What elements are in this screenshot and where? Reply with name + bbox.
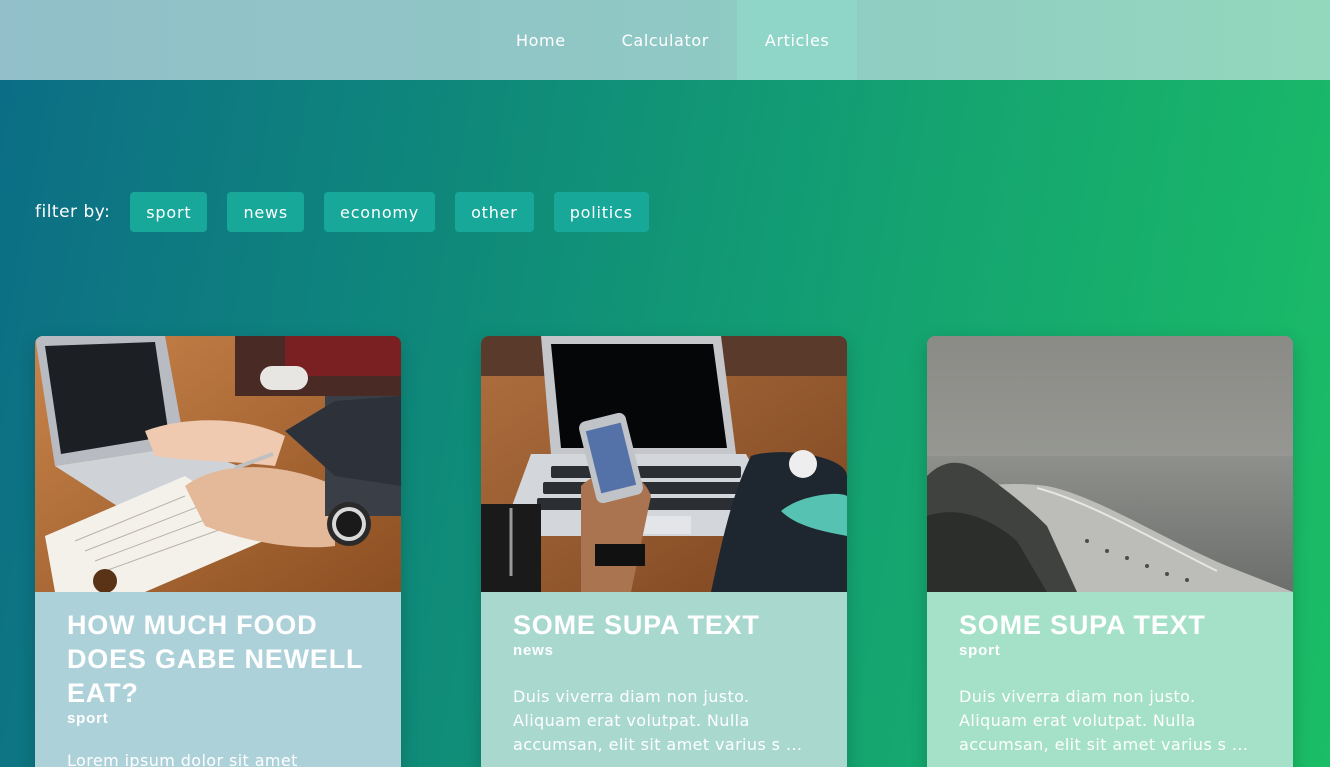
article-title[interactable]: SOME SUPA TEXT [513, 608, 815, 642]
nav-calculator[interactable]: Calculator [594, 0, 737, 80]
article-excerpt: Duis viverra diam non justo. Aliquam era… [513, 687, 803, 754]
filter-chip-other[interactable]: other [455, 192, 534, 232]
article-title[interactable]: HOW MUCH FOOD DOES GABE NEWELL EAT? [67, 608, 369, 710]
foggy-beach-coast-photo [927, 336, 1293, 592]
filter-chip-news[interactable]: news [227, 192, 305, 232]
article-image [481, 336, 847, 592]
article-card[interactable]: HOW MUCH FOOD DOES GABE NEWELL EAT? spor… [35, 336, 401, 767]
article-category: news [513, 642, 554, 659]
nav-articles[interactable]: Articles [736, 0, 858, 80]
article-title[interactable]: SOME SUPA TEXT [959, 608, 1261, 642]
article-card-body: HOW MUCH FOOD DOES GABE NEWELL EAT? spor… [35, 592, 401, 767]
filter-label: filter by: [35, 202, 111, 222]
article-category: sport [959, 642, 1001, 659]
article-image [35, 336, 401, 592]
article-card[interactable]: SOME SUPA TEXT sport Duis viverra diam n… [927, 336, 1293, 767]
filter-bar: filter by: sport news economy other poli… [35, 192, 669, 232]
article-category: sport [67, 710, 109, 727]
article-card[interactable]: SOME SUPA TEXT news Duis viverra diam no… [481, 336, 847, 767]
filter-chip-politics[interactable]: politics [553, 192, 649, 232]
filter-chip-sport[interactable]: sport [130, 192, 208, 232]
article-card-body: SOME SUPA TEXT sport Duis viverra diam n… [927, 592, 1293, 767]
nav-home[interactable]: Home [488, 0, 594, 80]
filter-chip-economy[interactable]: economy [324, 192, 436, 232]
article-excerpt: Lorem ipsum dolor sit amet [67, 751, 298, 767]
article-excerpt: Duis viverra diam non justo. Aliquam era… [959, 687, 1249, 754]
top-navigation-bar: Home Calculator Articles [0, 0, 1330, 80]
main-nav: Home Calculator Articles [488, 0, 858, 80]
laptop-phone-photo [481, 336, 847, 592]
laptop-notebook-writing-photo [35, 336, 401, 592]
article-image [927, 336, 1293, 592]
article-card-body: SOME SUPA TEXT news Duis viverra diam no… [481, 592, 847, 767]
